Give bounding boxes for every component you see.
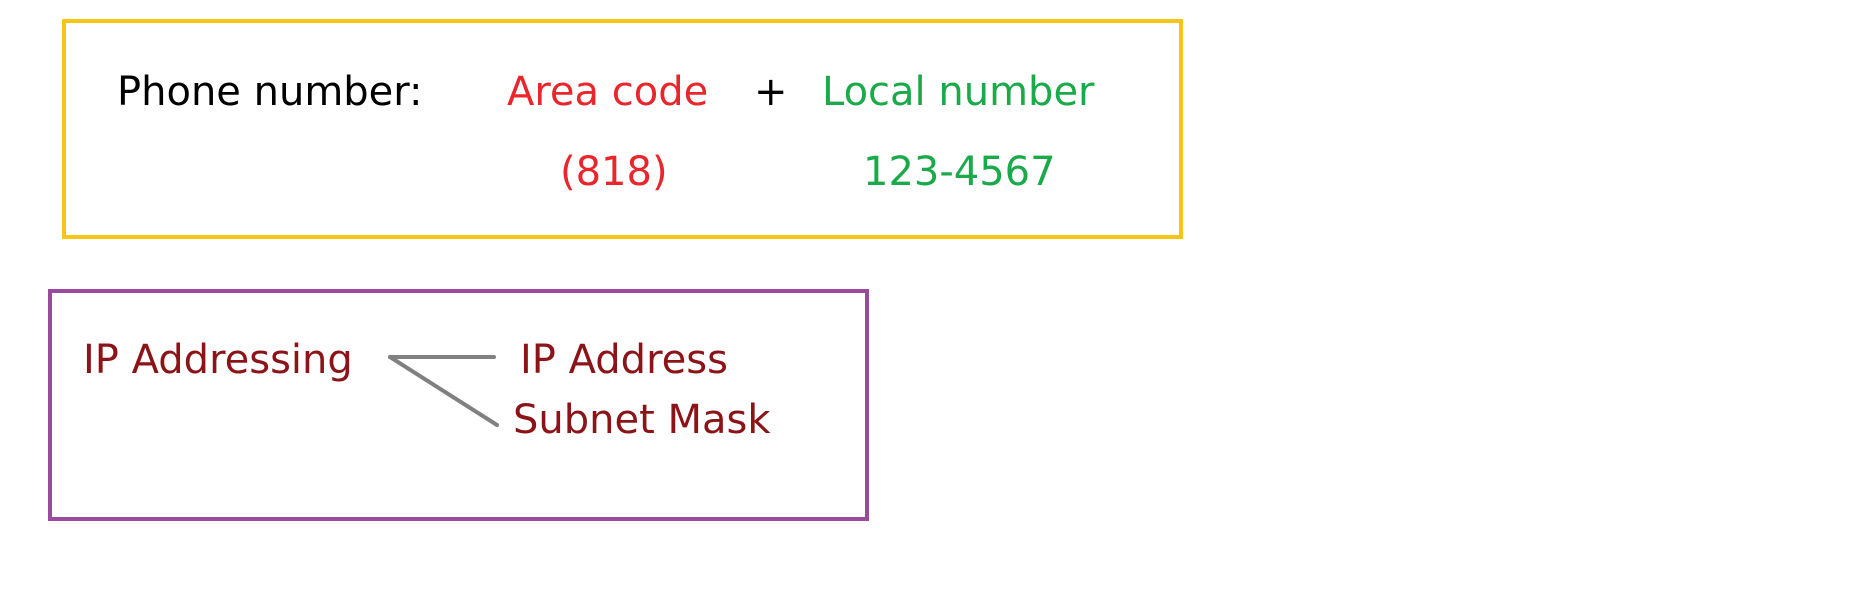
plus-sign: + — [754, 69, 788, 115]
local-number-label: Local number — [822, 69, 1095, 115]
subnet-mask-branch: Subnet Mask — [513, 397, 771, 443]
phone-number-box — [62, 19, 1183, 239]
ip-address-branch: IP Address — [520, 337, 728, 383]
phone-number-label: Phone number: — [117, 69, 423, 115]
area-code-label: Area code — [507, 69, 709, 115]
local-number-value: 123-4567 — [863, 149, 1056, 195]
area-code-value: (818) — [560, 149, 668, 195]
ip-addressing-root: IP Addressing — [83, 337, 353, 383]
